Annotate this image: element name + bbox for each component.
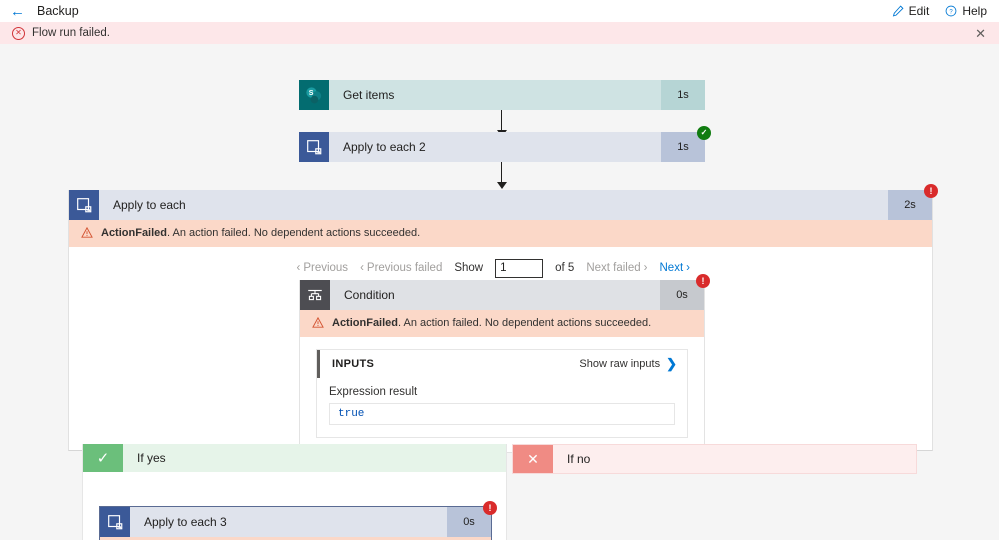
if-yes-body: ! Apply to each 3 0s Exp — [83, 472, 506, 540]
condition-error: ActionFailed. An action failed. No depen… — [300, 310, 704, 337]
condition-title: Condition — [344, 288, 395, 302]
expression-result-label: Expression result — [329, 385, 418, 398]
question-circle-icon: ? — [945, 5, 957, 17]
chevron-right-icon: › — [643, 262, 648, 275]
show-raw-inputs-button[interactable]: Show raw inputs ❯ — [579, 356, 677, 372]
apply-to-each-2-title: Apply to each 2 — [343, 140, 426, 154]
next-failed-label: Next failed — [586, 262, 641, 275]
connector-1 — [501, 110, 502, 132]
apply-to-each-header[interactable]: ! Apply to each 2s — [69, 184, 938, 220]
edit-button-label: Edit — [908, 4, 930, 18]
total-pages-label: of 5 — [555, 262, 575, 275]
get-items-duration: 1s — [661, 80, 705, 110]
canvas-left-margin — [0, 44, 20, 540]
condition-error-text: . An action failed. No dependent actions… — [398, 317, 652, 329]
flow-failed-banner: ✕ Flow run failed. ✕ — [0, 22, 999, 44]
close-icon[interactable]: ✕ — [972, 25, 989, 42]
branch-if-no: ✕ If no — [512, 444, 917, 474]
condition-header[interactable]: ! Condition 0s — [300, 274, 710, 310]
previous-button[interactable]: ‹ Previous — [296, 262, 348, 274]
inputs-header: INPUTS Show raw inputs ❯ — [317, 349, 687, 378]
command-bar-right: Edit ? Help — [892, 4, 987, 18]
next-failed-button[interactable]: Next failed › — [586, 262, 647, 274]
back-arrow-icon[interactable]: ← — [10, 4, 25, 19]
command-bar-left: ← Backup — [10, 4, 79, 19]
action-card-get-items[interactable]: S Get items 1s — [299, 80, 705, 110]
warning-triangle-icon — [81, 226, 93, 238]
command-bar: ← Backup Edit ? Help — [0, 0, 999, 22]
page-number-input[interactable] — [495, 258, 544, 278]
pencil-icon — [892, 5, 904, 17]
apply-to-each-icon — [299, 132, 329, 162]
chevron-left-icon: ‹ — [360, 262, 364, 275]
if-no-label: If no — [567, 452, 591, 466]
svg-text:?: ? — [950, 9, 954, 15]
get-items-title: Get items — [343, 88, 395, 102]
help-button[interactable]: ? Help — [945, 4, 987, 18]
chevron-right-icon: ❯ — [666, 355, 677, 371]
page-title: Backup — [37, 4, 79, 18]
error-badge: ! — [924, 184, 938, 198]
condition-error-code: ActionFailed — [332, 317, 399, 329]
show-raw-inputs-label: Show raw inputs — [579, 357, 661, 370]
if-yes-label: If yes — [137, 451, 166, 465]
apply-to-each-icon — [100, 507, 130, 537]
apply-to-each-error: ActionFailed. An action failed. No depen… — [69, 220, 932, 247]
svg-text:S: S — [309, 89, 314, 97]
chevron-right-icon: › — [686, 262, 690, 275]
expression-result-value: true — [329, 402, 675, 425]
apply-to-each-3-header[interactable]: ! Apply to each 3 0s — [100, 501, 497, 537]
if-no-header: ✕ If no — [513, 445, 916, 473]
warning-triangle-icon — [312, 316, 324, 328]
apply-to-each-title: Apply to each — [113, 198, 186, 212]
inputs-section: INPUTS Show raw inputs ❯ Expression resu… — [316, 348, 688, 438]
show-label: Show — [454, 262, 484, 275]
action-card-condition[interactable]: ! Condition 0s ActionFailed. An action f… — [299, 274, 710, 453]
error-circle-icon: ✕ — [12, 26, 25, 40]
action-card-apply-to-each-2[interactable]: ✓ Apply to each 2 1s — [299, 126, 711, 162]
apply-to-each-3-title: Apply to each 3 — [144, 515, 227, 529]
branch-if-yes: ✓ If yes ! Apply to each 3 0s — [82, 444, 507, 540]
apply-to-each-error-text: . An action failed. No dependent actions… — [167, 227, 421, 239]
apply-to-each-icon — [69, 190, 99, 220]
flow-canvas: S Get items 1s ✓ Apply to each 2 1s ! Ap… — [0, 44, 999, 540]
previous-label: Previous — [303, 262, 349, 275]
sharepoint-icon: S — [299, 80, 329, 110]
inputs-body: Expression result true — [317, 378, 687, 437]
success-badge: ✓ — [697, 126, 711, 140]
condition-icon — [300, 280, 330, 310]
connector-2-arrowhead — [497, 182, 507, 189]
checkmark-icon: ✓ — [83, 444, 123, 472]
help-button-label: Help — [962, 4, 987, 18]
cross-icon: ✕ — [513, 445, 553, 473]
error-badge: ! — [696, 274, 710, 288]
next-label: Next — [659, 262, 684, 275]
error-badge: ! — [483, 501, 497, 515]
apply-to-each-error-code: ActionFailed — [101, 227, 168, 239]
edit-button[interactable]: Edit — [892, 4, 930, 18]
previous-failed-button[interactable]: ‹ Previous failed — [360, 262, 442, 274]
next-button[interactable]: Next › — [660, 262, 691, 274]
if-yes-header: ✓ If yes — [83, 444, 506, 472]
action-card-apply-to-each-3[interactable]: ! Apply to each 3 0s Exp — [99, 501, 497, 540]
inputs-title: INPUTS — [332, 357, 375, 370]
connector-2 — [501, 162, 502, 184]
previous-failed-label: Previous failed — [366, 262, 443, 275]
chevron-left-icon: ‹ — [296, 262, 301, 275]
banner-message: Flow run failed. — [32, 27, 110, 39]
